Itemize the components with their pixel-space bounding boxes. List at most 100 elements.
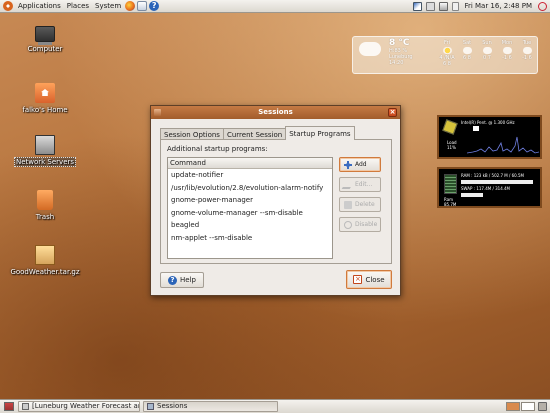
- desktop-icon-label: falko's Home: [22, 106, 68, 114]
- window-menu-icon[interactable]: [154, 109, 161, 116]
- taskbar-item-label: Sessions: [157, 402, 188, 410]
- ram-value: 85.7M: [444, 202, 457, 207]
- cpu-chip-icon: [442, 119, 458, 135]
- cloudy-icon: [482, 47, 492, 54]
- volume-icon[interactable]: [452, 1, 460, 11]
- desktop-icon-archive[interactable]: GoodWeather.tar.gz: [10, 245, 80, 276]
- workspace-2[interactable]: [521, 402, 535, 411]
- menu-applications[interactable]: Applications: [15, 2, 64, 10]
- workspace-switcher[interactable]: [505, 402, 535, 411]
- cpu-label: Intel(R) Pent. @ 1.300 GHz: [461, 120, 515, 125]
- workspace-1[interactable]: [506, 402, 520, 411]
- edit-button[interactable]: Edit...: [339, 177, 381, 192]
- forecast-day-temps: -1 6: [522, 55, 532, 61]
- startup-programs-list[interactable]: Command update-notifier /usr/lib/evoluti…: [167, 157, 333, 259]
- help-label: Help: [180, 276, 196, 284]
- computer-icon: [35, 26, 55, 42]
- desktop-icon-label: Network Servers: [13, 157, 77, 167]
- power-icon[interactable]: [538, 1, 547, 11]
- bottom-panel: [Luneburg Weather Forecast and ... Sessi…: [0, 399, 550, 413]
- startup-programs-pane: Additional startup programs: Command upd…: [160, 139, 392, 264]
- desktop-icon-trash[interactable]: Trash: [10, 190, 80, 221]
- clock[interactable]: Fri Mar 16, 2:48 PM: [461, 2, 535, 10]
- delete-button[interactable]: Delete: [339, 197, 381, 212]
- forecast-day: Sat 6 8: [457, 40, 477, 67]
- sessions-window-icon: [147, 403, 154, 410]
- current-temperature: 8 °C: [389, 38, 410, 48]
- system-tray: Fri Mar 16, 2:48 PM: [411, 0, 550, 13]
- taskbar-item-label: [Luneburg Weather Forecast and ...: [32, 402, 139, 410]
- display-icon[interactable]: [426, 1, 436, 11]
- list-item[interactable]: gnome-power-manager: [168, 194, 332, 207]
- close-icon[interactable]: ×: [388, 108, 397, 117]
- list-actions: Add Edit... Delete Disable: [339, 157, 381, 237]
- forecast-days: Fri 4 /N/A 6 8 Sat 6 8 Sun 0 7 Mon -1 6 …: [437, 40, 537, 67]
- taskbar-item-weather[interactable]: [Luneburg Weather Forecast and ...: [18, 401, 140, 412]
- top-panel: Applications Places System ? Fri Mar 16,…: [0, 0, 550, 13]
- forecast-day: Sun 0 7: [477, 40, 497, 67]
- menu-system[interactable]: System: [92, 2, 124, 10]
- dialog-titlebar[interactable]: Sessions ×: [151, 106, 400, 119]
- battery-icon[interactable]: [439, 1, 449, 11]
- help-button[interactable]: ? Help: [160, 272, 204, 288]
- cloudy-icon: [462, 47, 472, 54]
- swap-bar: [461, 193, 483, 197]
- ram-bar: [461, 180, 533, 184]
- cpu-graph: [467, 136, 539, 154]
- disable-icon: [344, 220, 352, 229]
- ram-usage-text: RAM : 123 kB / 502.7 M / 60.5M: [461, 173, 524, 178]
- tab-startup-programs[interactable]: Startup Programs: [285, 126, 355, 140]
- sessions-dialog: Sessions × Session Options Current Sessi…: [150, 105, 401, 296]
- show-desktop-icon[interactable]: [4, 402, 14, 411]
- menu-places[interactable]: Places: [64, 2, 92, 10]
- edit-icon: [341, 180, 355, 189]
- add-label: Add: [355, 161, 367, 168]
- evolution-mail-icon[interactable]: [137, 1, 148, 11]
- forecast-day-name: Mon: [501, 40, 513, 46]
- desktop-icon-computer[interactable]: Computer: [10, 26, 80, 53]
- forecast-day: Fri 4 /N/A 6 8: [437, 40, 457, 67]
- cpu-load-value: 11%: [447, 145, 456, 150]
- forecast-day-temps: 4 /N/A 6 8: [439, 55, 455, 67]
- forecast-day: Tue -1 6: [517, 40, 537, 67]
- list-item[interactable]: nm-applet --sm-disable: [168, 232, 332, 245]
- section-label: Additional startup programs:: [167, 145, 268, 153]
- forecast-day-name: Sat: [462, 40, 472, 46]
- desktop-icon-home[interactable]: falko's Home: [10, 83, 80, 114]
- disable-button[interactable]: Disable: [339, 217, 381, 232]
- desktop-icon-label: Trash: [35, 213, 55, 221]
- forecast-day-name: Tue: [522, 40, 532, 46]
- network-manager-icon[interactable]: [413, 1, 423, 11]
- partly-sunny-icon: [442, 47, 452, 54]
- tab-bar: Session Options Current Session Startup …: [160, 126, 355, 140]
- taskbar-item-sessions[interactable]: Sessions: [143, 401, 278, 412]
- cloudy-icon: [522, 47, 532, 54]
- ubuntu-logo-icon[interactable]: [3, 1, 13, 11]
- list-item[interactable]: gnome-volume-manager --sm-disable: [168, 207, 332, 220]
- add-button[interactable]: Add: [339, 157, 381, 172]
- add-icon: [344, 160, 352, 169]
- list-item[interactable]: /usr/lib/evolution/2.8/evolution-alarm-n…: [168, 182, 332, 195]
- edit-label: Edit...: [355, 181, 373, 188]
- cpu-monitor: Intel(R) Pent. @ 1.300 GHz Load 11%: [437, 115, 542, 159]
- forecast-day-temps: 0 7: [483, 55, 491, 61]
- column-header-command[interactable]: Command: [168, 158, 332, 169]
- trash-icon: [37, 190, 53, 210]
- forecast-day-name: Fri: [444, 40, 450, 46]
- desktop-icon-network[interactable]: Network Servers: [10, 135, 80, 167]
- close-button-icon: ×: [353, 275, 363, 284]
- delete-label: Delete: [355, 201, 375, 208]
- weather-widget[interactable]: 8 °C H:83 % Luneburg 14:20 Fri 4 /N/A 6 …: [352, 36, 538, 74]
- delete-icon: [344, 200, 352, 209]
- cpu-load: Load 11%: [447, 140, 457, 150]
- close-button[interactable]: × Close: [346, 270, 392, 289]
- list-item[interactable]: update-notifier: [168, 169, 332, 182]
- memory-monitor: RAM : 123 kB / 502.7 M / 60.5M SWAP : 11…: [437, 167, 542, 208]
- list-item[interactable]: beagled: [168, 219, 332, 232]
- disable-label: Disable: [355, 221, 378, 228]
- home-folder-icon: [35, 83, 55, 103]
- help-launcher-icon[interactable]: ?: [149, 1, 160, 11]
- firefox-icon[interactable]: [125, 1, 136, 11]
- trash-applet-icon[interactable]: [538, 402, 547, 411]
- help-icon: ?: [168, 275, 178, 285]
